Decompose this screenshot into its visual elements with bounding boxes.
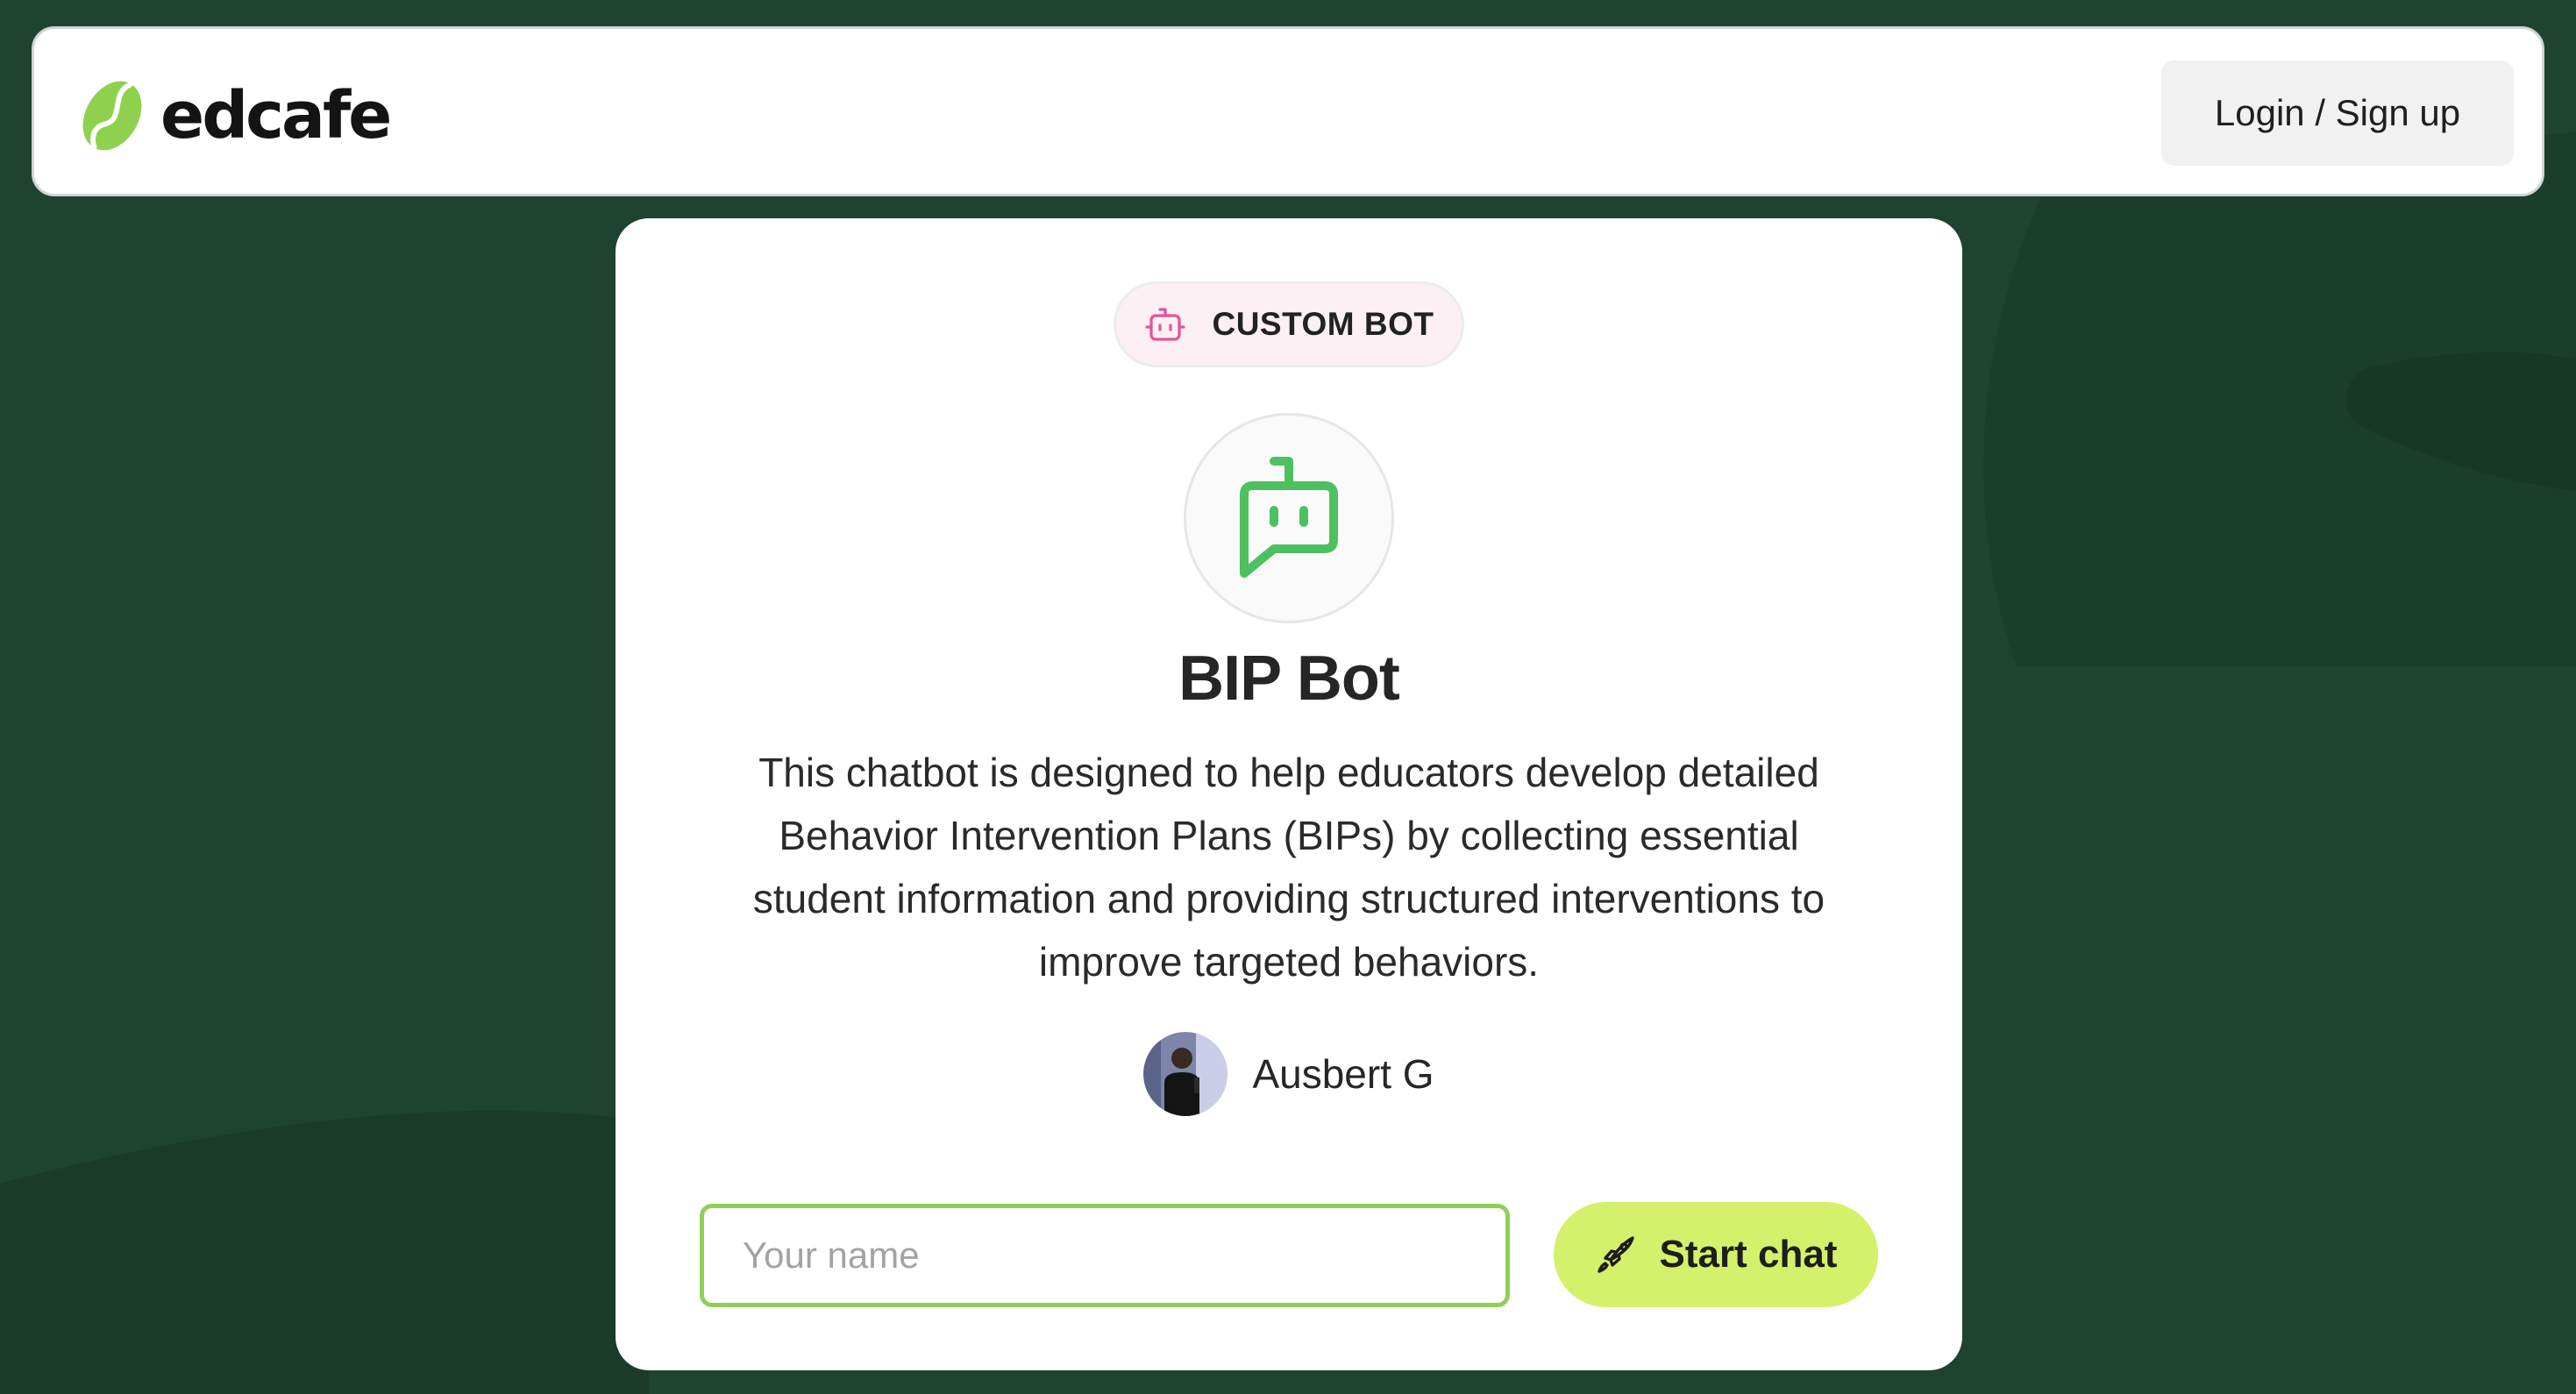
brand-name: edcafe xyxy=(160,78,392,153)
bot-description: This chatbot is designed to help educato… xyxy=(752,750,1825,985)
your-name-input[interactable] xyxy=(700,1204,1510,1307)
chat-bot-icon xyxy=(1240,457,1338,578)
bot-title: BIP Bot xyxy=(1178,644,1400,714)
coffee-bean-logo-icon xyxy=(82,81,142,151)
custom-bot-badge: CUSTOM BOT xyxy=(1114,281,1464,367)
top-nav-bar: edcafe Login / Sign up xyxy=(32,26,2544,196)
bot-intro-card: CUSTOM BOT BIP Bot This chatbot is desig… xyxy=(616,218,1962,1370)
bot-avatar xyxy=(1184,413,1394,623)
robot-icon xyxy=(1145,308,1186,341)
rocket-icon xyxy=(1597,1236,1634,1273)
edcafe-logo[interactable]: edcafe xyxy=(76,76,392,155)
login-signup-button[interactable]: Login / Sign up xyxy=(2161,60,2514,166)
start-chat-button[interactable]: Start chat xyxy=(1554,1202,1878,1307)
author-name: Ausbert G xyxy=(1252,1051,1434,1097)
start-chat-label: Start chat xyxy=(1659,1233,1838,1276)
badge-label: CUSTOM BOT xyxy=(1212,306,1434,342)
author-info: Ausbert G xyxy=(616,1032,1962,1116)
author-avatar xyxy=(1143,1032,1228,1116)
